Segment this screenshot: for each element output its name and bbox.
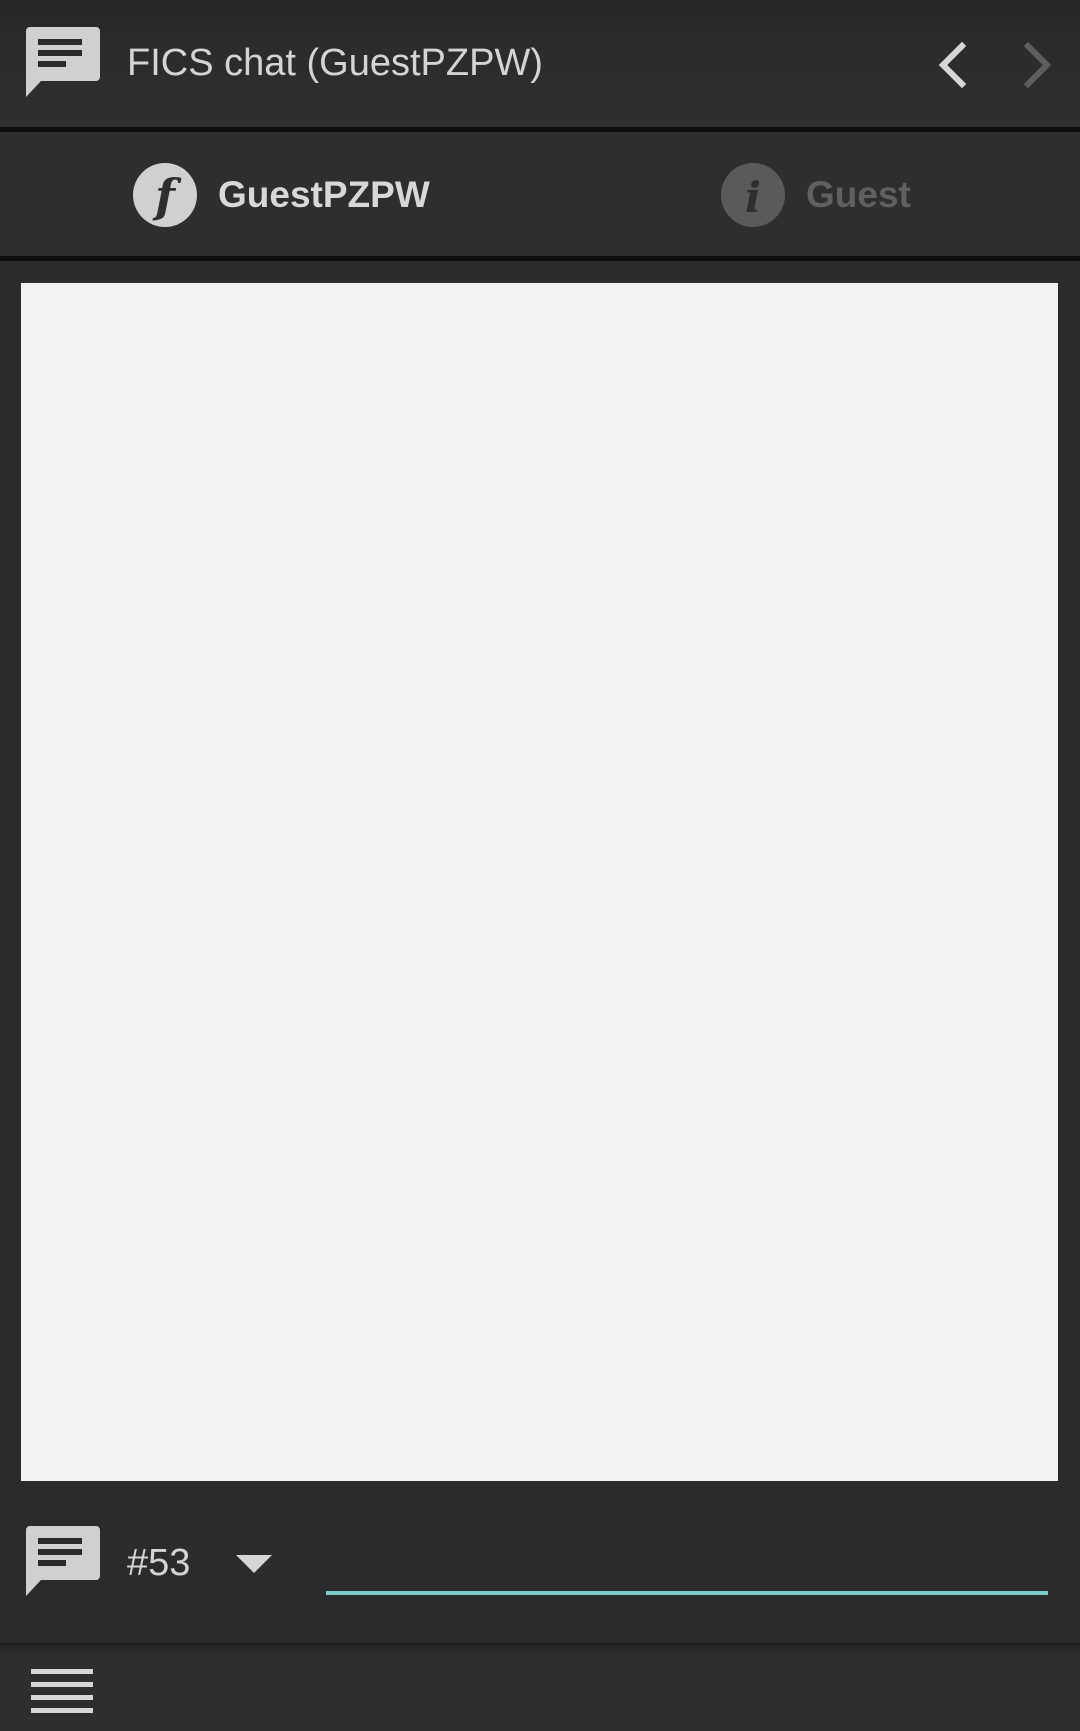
chevron-left-icon[interactable]	[918, 30, 988, 100]
fics-logo-icon: f	[133, 163, 197, 227]
chat-input-bar: #53	[0, 1481, 1080, 1643]
page-title: FICS chat (GuestPZPW)	[127, 42, 543, 84]
svg-text:i: i	[745, 173, 761, 222]
triangle-down-icon[interactable]	[230, 1541, 278, 1585]
bottom-bar	[0, 1643, 1080, 1731]
chevron-right-icon[interactable]	[1002, 30, 1072, 100]
divider	[0, 256, 1080, 261]
hamburger-menu-icon[interactable]	[28, 1663, 96, 1719]
tab-guest-label: Guest	[806, 174, 911, 215]
tab-bar: f GuestPZPW i Guest	[0, 132, 1080, 256]
tab-guest[interactable]: i Guest	[720, 132, 1020, 256]
chat-bubble-icon	[26, 1526, 100, 1596]
tab-user-label: GuestPZPW	[218, 174, 430, 215]
message-input[interactable]	[326, 1521, 1048, 1595]
chat-log[interactable]	[21, 283, 1058, 1481]
tab-user[interactable]: f GuestPZPW	[132, 132, 492, 256]
channel-selector-value[interactable]: #53	[127, 1538, 190, 1588]
chat-bubble-icon	[26, 27, 100, 97]
action-bar: FICS chat (GuestPZPW)	[0, 0, 1080, 127]
info-icon: i	[721, 163, 785, 227]
